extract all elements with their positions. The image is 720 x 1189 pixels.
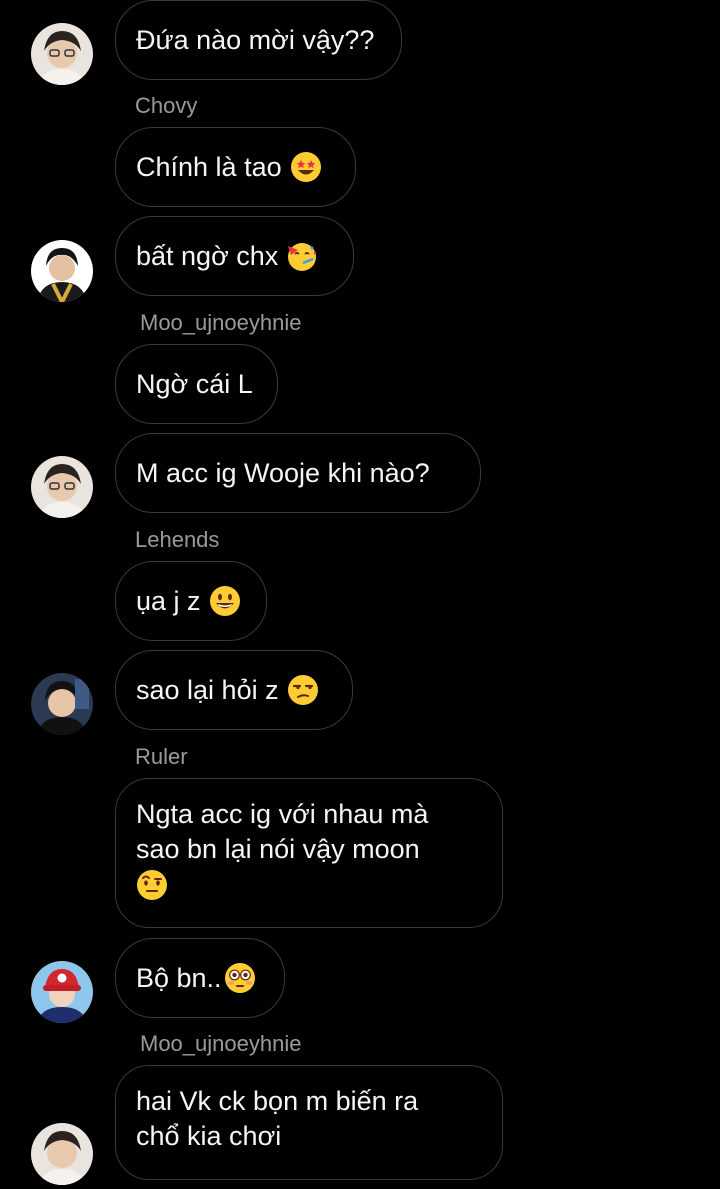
message-bubble[interactable]: Bộ bn..: [115, 938, 285, 1018]
message-text-line: hai Vk ck bọn m biến ra: [136, 1086, 419, 1116]
message-bubble[interactable]: bất ngờ chx: [115, 216, 354, 296]
avatar[interactable]: [31, 1123, 93, 1185]
avatar[interactable]: [31, 456, 93, 518]
message-text: Bộ bn..: [136, 962, 222, 993]
sender-name: Ruler: [135, 744, 188, 769]
message-bubble[interactable]: Đứa nào mời vậy??: [115, 0, 402, 80]
message-text: ụa j z: [136, 585, 201, 616]
message-bubble[interactable]: Chính là tao: [115, 127, 356, 207]
avatar[interactable]: [31, 240, 93, 302]
raised-eyebrow-emoji: [136, 869, 168, 901]
message-text: sao lại hỏi z: [136, 674, 279, 705]
star-struck-emoji: [290, 151, 322, 183]
message-text: Đứa nào mời vậy??: [136, 24, 375, 55]
unamused-face-emoji: [287, 674, 319, 706]
message-text-line: Ngta acc ig với nhau mà: [136, 799, 429, 829]
message-bubble[interactable]: sao lại hỏi z: [115, 650, 353, 730]
message-text: Ngờ cái L: [136, 368, 253, 399]
chat-thread: Đứa nào mời vậy?? Chovy Chính là tao bất…: [0, 0, 720, 1189]
message-bubble[interactable]: M acc ig Wooje khi nào?: [115, 433, 481, 513]
avatar[interactable]: [31, 23, 93, 85]
avatar[interactable]: [31, 961, 93, 1023]
message-bubble[interactable]: Ngta acc ig với nhau mà sao bn lại nói v…: [115, 778, 503, 928]
message-bubble[interactable]: hai Vk ck bọn m biến ra chổ kia chơi: [115, 1065, 503, 1180]
avatar[interactable]: [31, 673, 93, 735]
sender-name: Moo_ujnoeyhnie: [140, 1031, 302, 1056]
sender-name: Moo_ujnoeyhnie: [140, 310, 302, 335]
message-text-line: sao bn lại nói vậy moon: [136, 834, 420, 864]
sender-name: Chovy: [135, 93, 198, 118]
message-text: M acc ig Wooje khi nào?: [136, 457, 430, 488]
message-text: bất ngờ chx: [136, 240, 279, 271]
flushed-face-emoji: [224, 962, 256, 994]
sender-name: Lehends: [135, 527, 220, 552]
message-bubble[interactable]: ụa j z: [115, 561, 267, 641]
message-bubble[interactable]: Ngờ cái L: [115, 344, 278, 424]
message-text-line: chổ kia chơi: [136, 1121, 282, 1151]
partying-face-emoji: [286, 240, 318, 272]
grinning-face-emoji: [209, 585, 241, 617]
message-text: Chính là tao: [136, 151, 282, 182]
